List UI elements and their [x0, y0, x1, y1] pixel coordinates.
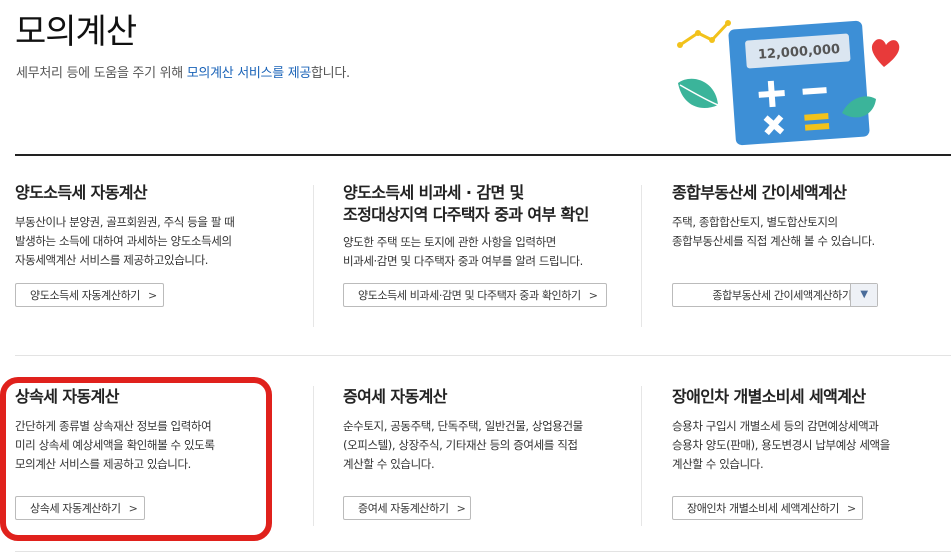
page-title: 모의계산 — [15, 12, 137, 52]
chevron-right-icon: > — [588, 289, 598, 302]
comprehensive-property-tax-calc-button[interactable]: 종합부동산세 간이세액계산하기 ▼ — [672, 283, 878, 307]
button-label: 증여세 자동계산하기 — [358, 502, 449, 515]
chevron-right-icon: > — [148, 289, 157, 302]
button-label: 종합부동산세 간이세액계산하기 — [712, 289, 852, 302]
capital-gains-exemption-check-button[interactable]: 양도소득세 비과세·감면 및 다주택자 중과 확인하기 > — [343, 283, 607, 307]
subtitle-suffix: 합니다. — [311, 66, 350, 81]
card-description: 주택, 종합합산토지, 별도합산토지의 종합부동산세를 직접 계산해 볼 수 있… — [672, 215, 875, 248]
card-disabled-vehicle-tax: 장애인차 개별소비세 세액계산 승용차 구입시 개별소세 등의 감면예상세액과 … — [672, 386, 947, 474]
page-subtitle: 세무처리 등에 도움을 주기 위해 모의계산 서비스를 제공합니다. — [16, 62, 350, 81]
button-label: 장애인차 개별소비세 세액계산하기 — [687, 502, 839, 515]
card-description: 승용차 구입시 개별소세 등의 감면예상세액과 승용차 양도(판매), 용도변경… — [672, 419, 890, 471]
disabled-vehicle-tax-calc-button[interactable]: 장애인차 개별소비세 세액계산하기 > — [672, 496, 863, 520]
card-title: 양도소득세 비과세 · 감면 및 조정대상지역 다주택자 중과 여부 확인 — [343, 183, 589, 224]
card-description: 부동산이나 분양권, 골프회원권, 주식 등을 팔 때 발생하는 소득에 대하여… — [15, 215, 235, 267]
card-title: 종합부동산세 간이세액계산 — [672, 183, 847, 202]
button-label: 양도소득세 자동계산하기 — [30, 289, 141, 302]
calculator-illustration: 12,000,000 — [677, 20, 900, 146]
button-label: 양도소득세 비과세·감면 및 다주택자 중과 확인하기 — [358, 289, 581, 302]
card-capital-gains-calc: 양도소득세 자동계산 부동산이나 분양권, 골프회원권, 주식 등을 팔 때 발… — [15, 182, 300, 270]
card-description: 양도한 주택 또는 토지에 관한 사항을 입력하면 비과세·감면 및 다주택자 … — [343, 235, 583, 268]
column-separator — [641, 185, 642, 327]
subtitle-link: 모의계산 서비스를 제공 — [186, 66, 312, 81]
subtitle-prefix: 세무처리 등에 도움을 주기 위해 — [16, 66, 187, 81]
card-title: 양도소득세 자동계산 — [15, 183, 148, 202]
card-title: 증여세 자동계산 — [343, 387, 447, 406]
chevron-down-icon[interactable]: ▼ — [850, 284, 877, 306]
bottom-divider — [15, 551, 951, 552]
column-separator — [313, 386, 314, 526]
card-gift-tax-calc: 증여세 자동계산 순수토지, 공동주택, 단독주택, 일반건물, 상업용건물 (… — [343, 386, 638, 474]
top-divider — [15, 154, 951, 156]
column-separator — [313, 185, 314, 327]
row-divider — [15, 355, 951, 356]
gift-tax-calc-button[interactable]: 증여세 자동계산하기 > — [343, 496, 471, 520]
card-description: 순수토지, 공동주택, 단독주택, 일반건물, 상업용건물 (오피스텔), 상장… — [343, 419, 583, 471]
card-title: 장애인차 개별소비세 세액계산 — [672, 387, 866, 406]
highlight-annotation — [0, 377, 272, 541]
card-capital-gains-exemption: 양도소득세 비과세 · 감면 및 조정대상지역 다주택자 중과 여부 확인 양도… — [343, 182, 638, 271]
card-comprehensive-property-tax: 종합부동산세 간이세액계산 주택, 종합합산토지, 별도합산토지의 종합부동산세… — [672, 182, 947, 251]
column-separator — [641, 386, 642, 526]
chevron-right-icon: > — [456, 502, 466, 515]
capital-gains-calc-button[interactable]: 양도소득세 자동계산하기 > — [15, 283, 164, 307]
chevron-right-icon: > — [847, 502, 856, 515]
